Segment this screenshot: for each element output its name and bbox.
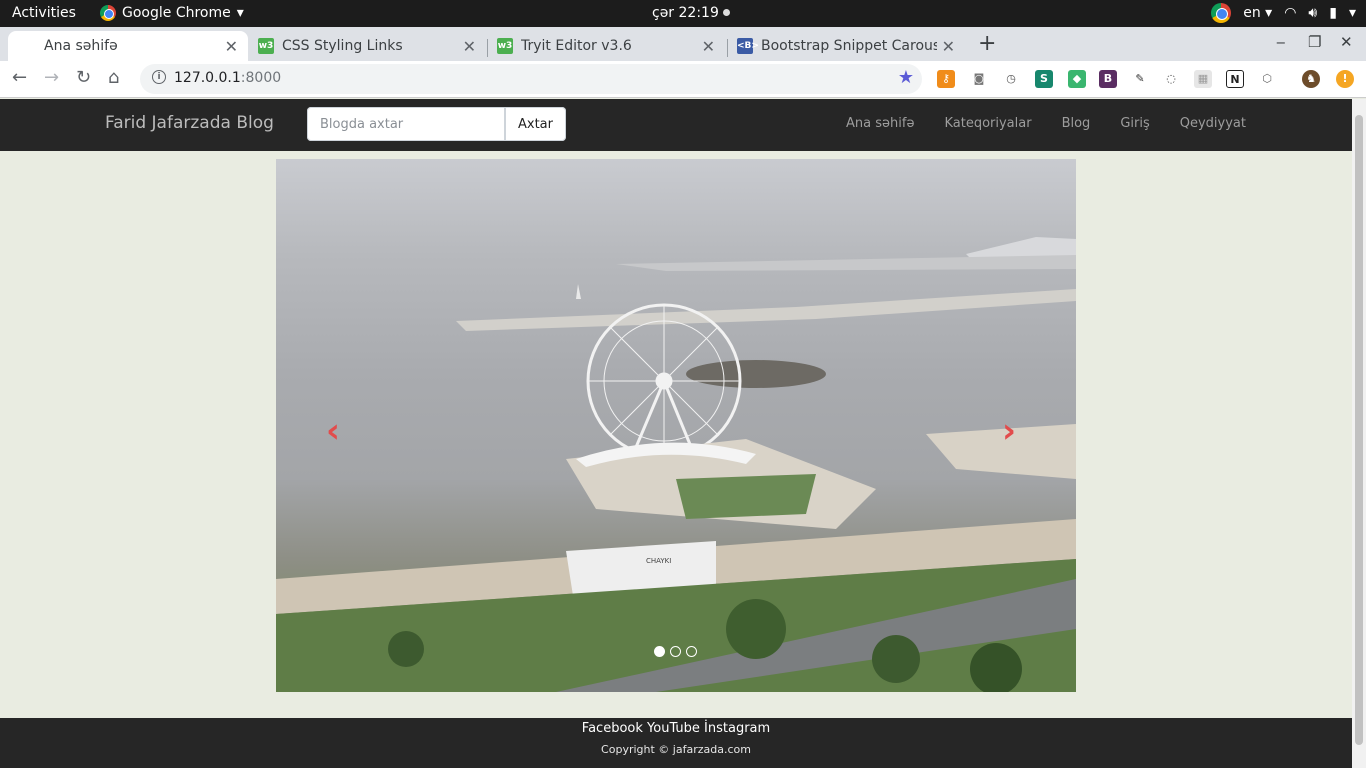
battery-icon[interactable]: ▮ [1329,5,1337,21]
camera-extension-icon[interactable]: ◙ [970,70,988,88]
chevron-down-icon: ▾ [236,5,244,21]
forward-arrow-icon[interactable]: → [44,67,59,88]
s-extension-icon[interactable]: S [1035,70,1053,88]
bootstrap-extension-icon[interactable]: B [1099,70,1117,88]
building-sign: CHAYKI [646,557,671,565]
tab-separator [487,39,488,57]
system-menu-chevron-icon[interactable]: ▾ [1349,5,1356,21]
tab-strip: Ana səhifə ✕ w3 CSS Styling Links ✕ w3 T… [0,27,1366,61]
tree [726,599,786,659]
speed-extension-icon[interactable]: ◷ [1002,70,1020,88]
key-extension-icon[interactable]: ⚷ [937,70,955,88]
carousel-indicator-1[interactable] [654,646,665,657]
w3schools-icon: w3 [497,38,513,54]
code-extension-icon[interactable]: ◌ [1162,70,1180,88]
app-name: Google Chrome [122,5,231,21]
distant-pier [616,255,1076,271]
home-icon[interactable]: ⌂ [108,67,119,88]
back-arrow-icon[interactable]: ← [12,67,27,88]
long-pier [456,289,1076,331]
close-window-icon[interactable]: ✕ [1340,33,1353,51]
carousel-slide-image: CHAYKI [276,237,1076,692]
info-icon[interactable]: i [152,70,166,84]
carousel-indicators [654,646,697,657]
plaza-garden [676,474,816,519]
tree [388,631,424,667]
footer-social-links: Facebook YouTube İnstagram [0,721,1352,736]
restore-icon[interactable]: ❐ [1308,33,1321,51]
carousel-next-icon[interactable]: › [1002,411,1016,451]
site-footer: Facebook YouTube İnstagram Copyright © j… [0,718,1352,768]
pier-sail [576,284,581,299]
right-pier [926,424,1076,479]
footer-link-facebook[interactable]: Facebook [582,721,643,736]
language-indicator[interactable]: en ▾ [1243,5,1272,21]
nav-link-login[interactable]: Giriş [1120,116,1149,131]
nav-link-home[interactable]: Ana səhifə [846,116,914,131]
close-icon[interactable]: ✕ [225,37,238,56]
grid-extension-icon[interactable]: ▦ [1194,70,1212,88]
bookmark-star-icon[interactable]: ★ [898,67,914,88]
tab-bootstrap-snippet[interactable]: <B> Bootstrap Snippet Carous ✕ [729,31,965,61]
image-carousel: CHAYKI ‹ › [276,159,1076,692]
nav-link-blog[interactable]: Blog [1062,116,1091,131]
carousel-indicator-3[interactable] [686,646,697,657]
close-icon[interactable]: ✕ [942,37,955,56]
nav-link-register[interactable]: Qeydiyyat [1180,116,1246,131]
bootsnipp-icon: <B> [737,38,759,54]
carousel-indicator-2[interactable] [670,646,681,657]
w3schools-icon: w3 [258,38,274,54]
address-bar[interactable]: i 127.0.0.1:8000 ★ [140,64,922,94]
app-menu[interactable]: Google Chrome ▾ [100,5,244,21]
wifi-icon[interactable]: ◠ [1284,5,1296,21]
tab-ana-sehife[interactable]: Ana səhifə ✕ [8,31,248,61]
scrollbar-thumb[interactable] [1355,115,1363,745]
new-tab-button[interactable]: + [978,31,996,56]
minimize-icon[interactable]: ‒ [1276,33,1286,51]
url-text[interactable]: 127.0.0.1:8000 [174,70,281,86]
footer-link-youtube[interactable]: YouTube [647,721,700,736]
close-icon[interactable]: ✕ [702,37,715,56]
volume-icon[interactable]: 🔊︎ [1308,5,1317,21]
search-form: Axtar [307,107,566,141]
small-island [686,360,826,388]
tab-css-styling-links[interactable]: w3 CSS Styling Links ✕ [250,31,486,61]
reload-icon[interactable]: ↻ [76,67,91,88]
close-icon[interactable]: ✕ [463,37,476,56]
n-extension-icon[interactable]: N [1226,70,1244,88]
clock[interactable]: çər 22:19 [652,5,730,21]
page-scrollbar[interactable] [1352,99,1366,768]
cube-extension-icon[interactable]: ⬡ [1258,70,1276,88]
system-top-bar: Activities Google Chrome ▾ çər 22:19 en … [0,0,1366,27]
eyedropper-extension-icon[interactable]: ✎ [1131,70,1149,88]
shield-extension-icon[interactable]: ◆ [1068,70,1086,88]
chrome-tray-icon[interactable] [1211,3,1232,23]
search-input[interactable] [307,107,505,141]
site-nav-links: Ana səhifə Kateqoriyalar Blog Giriş Qeyd… [846,116,1246,131]
update-alert-icon[interactable]: ! [1336,70,1354,88]
carousel-prev-icon[interactable]: ‹ [326,411,340,451]
activities-button[interactable]: Activities [12,5,76,21]
site-brand[interactable]: Farid Jafarzada Blog [105,113,274,133]
tab-separator [727,39,728,57]
notification-dot-icon [722,9,730,16]
page-viewport: Farid Jafarzada Blog Axtar Ana səhifə Ka… [0,99,1352,768]
chrome-icon [100,5,116,21]
tree [872,635,920,683]
nav-link-categories[interactable]: Kateqoriyalar [944,116,1031,131]
footer-copyright: Copyright © jafarzada.com [601,743,751,756]
footer-link-instagram[interactable]: İnstagram [704,721,770,736]
search-button[interactable]: Axtar [505,107,566,141]
site-navbar: Farid Jafarzada Blog Axtar Ana səhifə Ka… [0,99,1352,151]
tab-tryit-editor[interactable]: w3 Tryit Editor v3.6 ✕ [489,31,725,61]
profile-avatar[interactable]: ♞ [1302,70,1320,88]
